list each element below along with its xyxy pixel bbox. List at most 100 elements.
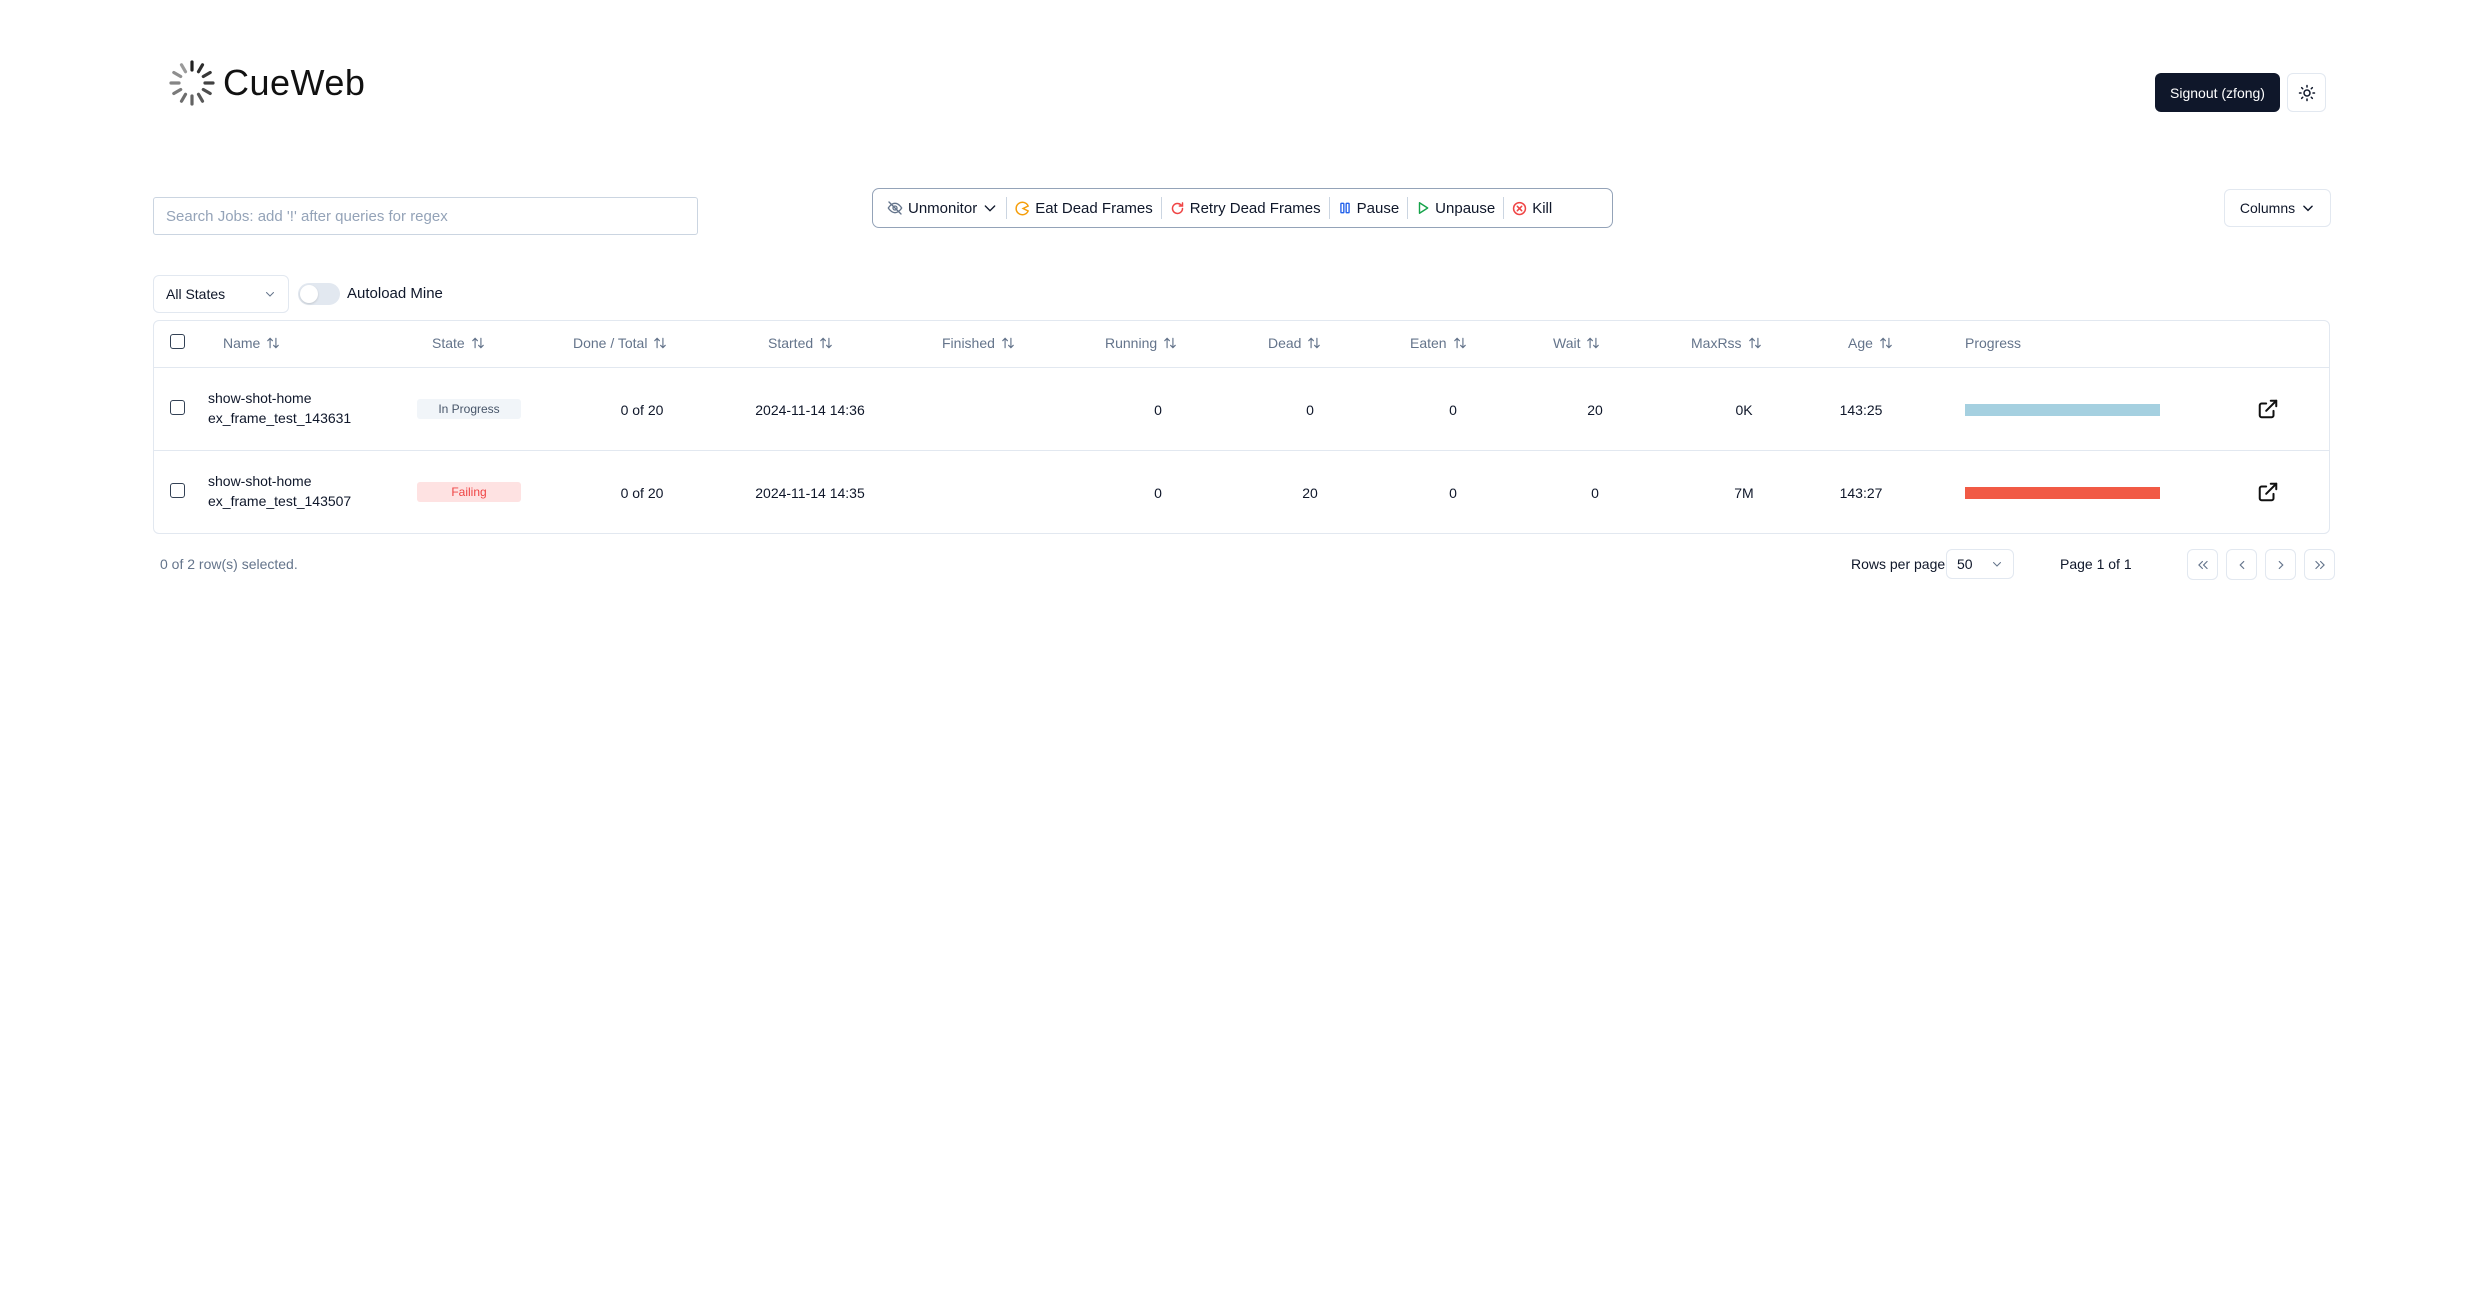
eye-off-icon xyxy=(887,201,903,215)
kill-button[interactable]: Kill xyxy=(1504,194,1560,222)
wait-cell: 0 xyxy=(1591,485,1599,501)
search-jobs-input[interactable] xyxy=(153,197,698,235)
status-badge: In Progress xyxy=(417,399,521,419)
selected-rows-info: 0 of 2 row(s) selected. xyxy=(160,556,298,572)
unmonitor-label: Unmonitor xyxy=(908,199,978,217)
column-header-finished[interactable]: Finished xyxy=(942,335,1015,351)
select-all-checkbox[interactable] xyxy=(170,334,185,349)
chevrons-right-icon xyxy=(2314,560,2325,569)
started-cell: 2024-11-14 14:35 xyxy=(755,485,865,501)
sort-arrows-icon xyxy=(1880,337,1892,349)
column-header-label: Done / Total xyxy=(573,335,648,351)
progress-bar xyxy=(1965,487,2160,499)
column-header-label: Running xyxy=(1105,335,1158,351)
job-name-cell[interactable]: show-shot-home ex_frame_test_143507 xyxy=(208,471,351,511)
progress-bar xyxy=(1965,404,2160,416)
columns-label: Columns xyxy=(2239,200,2296,216)
external-link-icon[interactable] xyxy=(2257,481,2279,503)
running-cell: 0 xyxy=(1154,402,1162,418)
columns-button[interactable]: Columns xyxy=(2224,189,2331,227)
column-header-state[interactable]: State xyxy=(432,335,485,351)
eaten-cell: 0 xyxy=(1449,485,1457,501)
sort-arrows-icon xyxy=(267,337,280,349)
unpause-label: Unpause xyxy=(1435,199,1496,217)
column-header-maxrss[interactable]: MaxRss xyxy=(1691,335,1762,351)
job-name-line: show-shot-home xyxy=(208,390,312,406)
column-header-label: Finished xyxy=(942,335,995,351)
age-cell: 143:27 xyxy=(1839,485,1883,501)
sort-arrows-icon xyxy=(1002,337,1014,349)
sort-arrows-icon xyxy=(654,337,667,349)
x-circle-icon xyxy=(1513,201,1527,215)
signout-button[interactable]: Signout (zfong) xyxy=(2155,73,2280,112)
eat-dead-frames-button[interactable]: Eat Dead Frames xyxy=(1007,194,1161,222)
row-checkbox[interactable] xyxy=(170,400,185,415)
autoload-mine-toggle[interactable] xyxy=(298,283,340,305)
column-header-eaten[interactable]: Eaten xyxy=(1410,335,1467,351)
dead-cell: 0 xyxy=(1306,402,1314,418)
progress-bar-fill xyxy=(1965,404,2160,416)
done-total-cell: 0 of 20 xyxy=(620,402,664,418)
sort-arrows-icon xyxy=(1164,337,1176,349)
last-page-button[interactable] xyxy=(2304,549,2335,580)
maxrss-cell: 0K xyxy=(1735,402,1753,418)
wait-cell: 20 xyxy=(1587,402,1603,418)
column-header-label: Eaten xyxy=(1410,335,1447,351)
column-header-wait[interactable]: Wait xyxy=(1553,335,1600,351)
rows-per-page-select[interactable]: 50 xyxy=(1946,549,2014,579)
pause-icon xyxy=(1339,202,1350,214)
maxrss-cell: 7M xyxy=(1734,485,1754,501)
column-header-label: Dead xyxy=(1268,335,1302,351)
sort-arrows-icon xyxy=(1748,337,1761,349)
toggle-knob xyxy=(300,285,318,303)
app-logo[interactable]: CueWeb xyxy=(167,58,365,108)
job-name-line: show-shot-home xyxy=(208,473,312,489)
running-cell: 0 xyxy=(1154,485,1162,501)
status-badge: Failing xyxy=(417,482,521,502)
column-header-label: State xyxy=(432,335,465,351)
theme-toggle-button[interactable] xyxy=(2287,73,2326,112)
retry-dead-frames-button[interactable]: Retry Dead Frames xyxy=(1162,194,1329,222)
chevron-down-icon xyxy=(266,292,274,297)
previous-page-button[interactable] xyxy=(2226,549,2257,580)
column-header-done-total[interactable]: Done / Total xyxy=(573,335,667,351)
job-name-cell[interactable]: show-shot-home ex_frame_test_143631 xyxy=(208,388,351,428)
sun-icon xyxy=(2298,84,2315,101)
job-name-line: ex_frame_test_143507 xyxy=(208,493,352,509)
next-page-button[interactable] xyxy=(2265,549,2296,580)
kill-label: Kill xyxy=(1532,199,1553,217)
sort-arrows-icon xyxy=(471,337,484,349)
state-filter-value: All States xyxy=(166,286,226,302)
first-page-button[interactable] xyxy=(2187,549,2218,580)
sort-arrows-icon xyxy=(1308,337,1321,349)
sort-arrows-icon xyxy=(1587,337,1600,349)
done-total-cell: 0 of 20 xyxy=(620,485,664,501)
column-header-running[interactable]: Running xyxy=(1105,335,1177,351)
age-cell: 143:25 xyxy=(1839,402,1883,418)
unmonitor-button[interactable]: Unmonitor xyxy=(879,194,1006,222)
pacman-icon xyxy=(1015,201,1030,215)
chevron-down-icon xyxy=(2303,205,2313,212)
spinner-logo-icon xyxy=(169,60,215,106)
retry-dead-frames-label: Retry Dead Frames xyxy=(1189,199,1321,217)
column-header-started[interactable]: Started xyxy=(768,335,833,351)
started-cell: 2024-11-14 14:36 xyxy=(755,402,865,418)
external-link-icon[interactable] xyxy=(2257,398,2279,420)
state-filter-select[interactable]: All States xyxy=(153,275,289,313)
column-header-label: MaxRss xyxy=(1691,335,1742,351)
column-header-name[interactable]: Name xyxy=(223,335,280,351)
pause-button[interactable]: Pause xyxy=(1330,194,1408,222)
rows-per-page-label: Rows per page xyxy=(1851,556,1946,572)
rows-per-page-value: 50 xyxy=(1957,556,1973,572)
column-header-age[interactable]: Age xyxy=(1848,335,1893,351)
unpause-button[interactable]: Unpause xyxy=(1408,194,1503,222)
column-header-label: Wait xyxy=(1553,335,1581,351)
column-header-dead[interactable]: Dead xyxy=(1268,335,1321,351)
chevron-right-icon xyxy=(2278,560,2284,569)
eaten-cell: 0 xyxy=(1449,402,1457,418)
chevron-down-icon xyxy=(984,205,996,212)
column-header-label: Age xyxy=(1848,335,1873,351)
chevrons-left-icon xyxy=(2197,560,2208,569)
eat-dead-frames-label: Eat Dead Frames xyxy=(1035,199,1153,217)
row-checkbox[interactable] xyxy=(170,483,185,498)
